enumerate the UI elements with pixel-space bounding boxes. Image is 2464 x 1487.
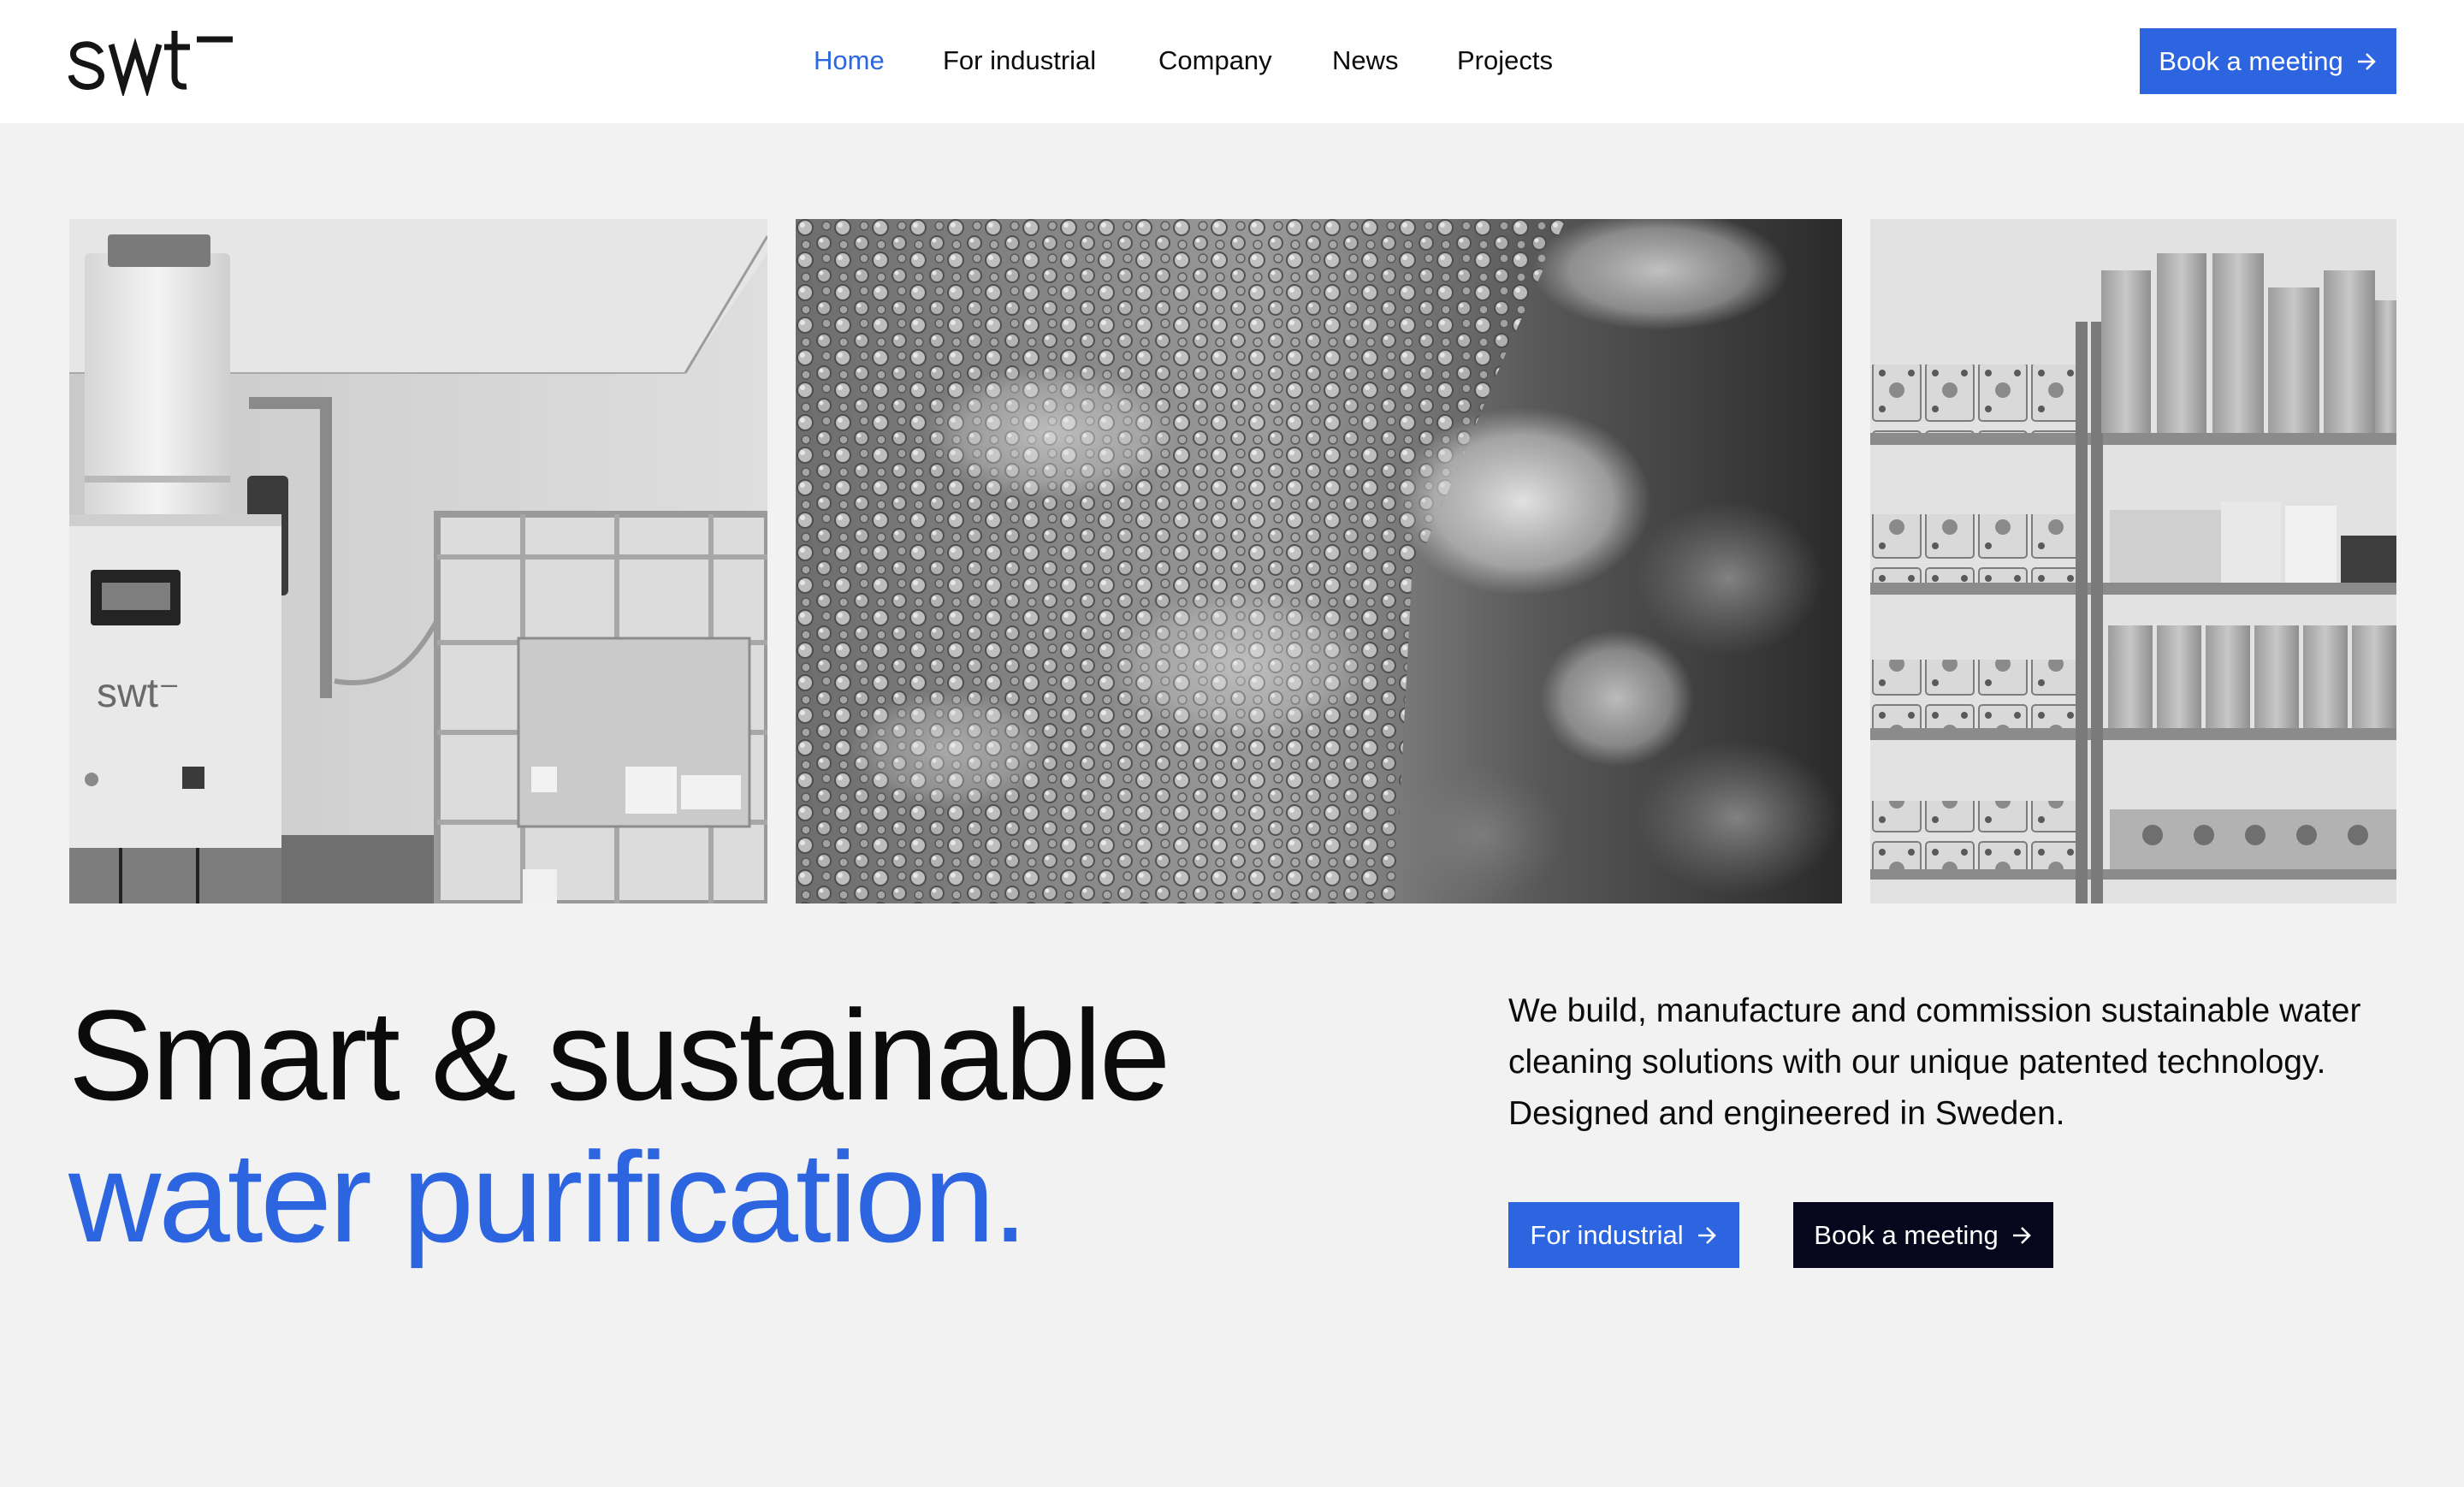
site-header: Home For industrial Company News Project… <box>0 0 2464 123</box>
nav-item-home[interactable]: Home <box>814 43 885 79</box>
hero-headline: Smart & sustainable water purification. <box>68 984 1352 1268</box>
equipment-photo: swt⁻ <box>69 219 767 903</box>
bubbles-photo <box>796 219 1842 903</box>
arrow-right-icon <box>1696 1224 1718 1247</box>
book-meeting-header-button[interactable]: Book a meeting <box>2140 28 2396 94</box>
nav-item-projects[interactable]: Projects <box>1457 43 1553 79</box>
arrow-right-icon <box>2011 1224 2033 1247</box>
for-industrial-label: For industrial <box>1530 1219 1684 1250</box>
for-industrial-button[interactable]: For industrial <box>1508 1202 1739 1268</box>
arrow-right-icon <box>2355 50 2378 73</box>
headline-line-1: Smart & sustainable <box>68 983 1170 1127</box>
nav-item-company[interactable]: Company <box>1158 43 1272 79</box>
warehouse-shelves-photo <box>1870 219 2396 903</box>
svg-text:swt⁻: swt⁻ <box>97 671 180 716</box>
headline-line-2: water purification. <box>68 1125 1028 1269</box>
nav-item-news[interactable]: News <box>1332 43 1399 79</box>
book-meeting-button[interactable]: Book a meeting <box>1793 1202 2053 1268</box>
hero-intro-text: We build, manufacture and commission sus… <box>1508 992 2361 1132</box>
book-meeting-label: Book a meeting <box>2159 45 2343 76</box>
main-nav: Home For industrial Company News Project… <box>0 0 2464 123</box>
nav-item-for-industrial[interactable]: For industrial <box>943 43 1096 79</box>
book-meeting-label: Book a meeting <box>1814 1219 1999 1250</box>
